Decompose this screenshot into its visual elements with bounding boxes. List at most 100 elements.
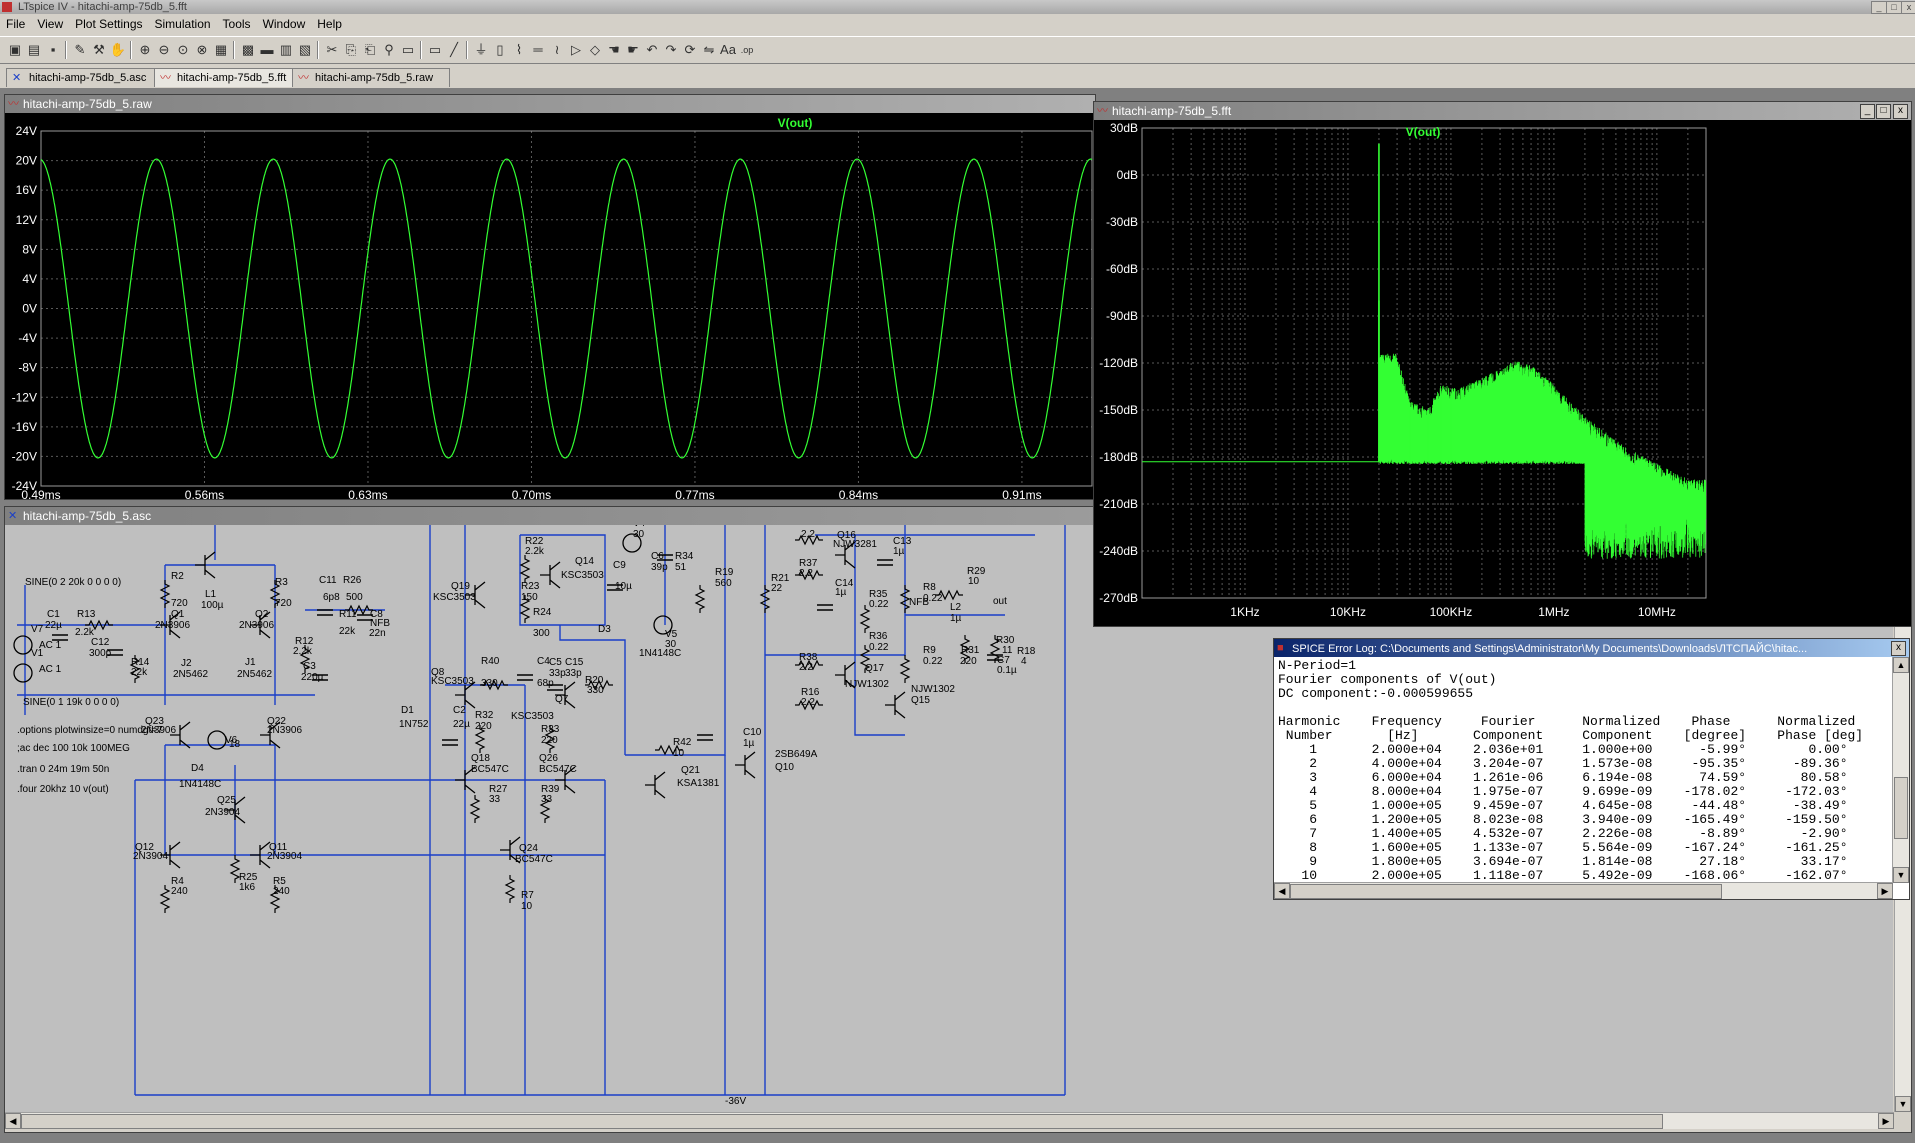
menu-tools[interactable]: Tools [217,14,257,34]
schematic-label[interactable]: 720 [171,598,188,609]
scroll-right-arrow-icon[interactable]: ▶ [1877,883,1893,899]
schematic-label[interactable]: C10 [743,727,762,738]
scroll-thumb[interactable] [1290,884,1722,899]
schematic-label[interactable]: D4 [191,763,204,774]
resistor-symbol[interactable] [899,655,911,683]
schematic-label[interactable]: 0.22 [869,642,889,653]
ground-icon[interactable]: ⏚ [472,41,490,59]
schematic-label[interactable]: Q19 [451,581,470,592]
schematic-label[interactable]: BC547C [539,764,577,775]
schematic-label[interactable]: 2N3906 [239,620,274,631]
schematic-label[interactable]: out [993,596,1007,607]
schematic-label[interactable]: 30 [633,529,645,540]
schematic-label[interactable]: 1µ [743,738,755,749]
schematic-label[interactable]: 2N3904 [267,851,302,862]
schematic-label[interactable]: 10µ [615,581,632,592]
scroll-thumb[interactable] [21,1114,1663,1129]
zoom-fit-icon[interactable]: ⊙ [174,41,192,59]
schematic-label[interactable]: 2N5462 [237,669,272,680]
diode-icon[interactable]: ▷ [567,41,585,59]
capacitor-symbol[interactable] [442,739,458,746]
schematic-label[interactable]: R33 [541,724,560,735]
fft-minimize-button[interactable]: _ [1860,104,1875,119]
schematic-label[interactable]: R31 [961,645,980,656]
schematic-label[interactable]: NJW3281 [833,539,877,550]
schematic-label[interactable]: R8 [923,582,936,593]
schematic-label[interactable]: 2.2 [801,697,815,708]
transistor-symbol[interactable] [735,751,756,779]
schematic-label[interactable]: KSA1381 [677,778,720,789]
error-log-title[interactable]: ■ SPICE Error Log: C:\Documents and Sett… [1274,639,1909,657]
minimize-button[interactable]: _ [1871,1,1887,14]
schematic-label[interactable]: NJW1302 [911,684,955,695]
schematic-label[interactable]: L1 [205,589,217,600]
schematic-label[interactable]: C12 [91,637,110,648]
hammer-icon[interactable]: ✎ [71,41,89,59]
schematic-label[interactable]: D1 [401,705,414,716]
schematic-label[interactable]: 33p [549,668,566,679]
fft-maximize-button[interactable]: □ [1876,104,1891,119]
schematic-label[interactable]: NFB [909,597,929,608]
schematic-label[interactable]: L2 [950,602,962,613]
schematic-label[interactable]: 100µ [201,600,224,611]
schematic-label[interactable]: 0.1µ [997,665,1017,676]
schematic-label[interactable]: 220 [475,721,492,732]
schematic-label[interactable]: Q21 [681,765,700,776]
schematic-label[interactable]: 33 [489,794,501,805]
transient-chart[interactable]: 24V20V16V12V8V4V0V-4V-8V-12V-16V-20V-24V… [5,113,1095,499]
schematic-label[interactable]: 2.2k [293,646,313,657]
schematic-label[interactable]: 0.22 [923,656,943,667]
schematic-label[interactable]: 10 [673,748,685,759]
schematic-label[interactable]: 1k6 [239,882,256,893]
schematic-label[interactable]: SINE(0 2 20k 0 0 0 0) [25,577,121,588]
schematic-label[interactable]: 2.2 [799,662,813,673]
schematic-label[interactable]: Q2 [255,609,269,620]
voltage-source-symbol[interactable] [207,730,227,750]
scroll-down-arrow-icon[interactable]: ▼ [1893,867,1909,883]
schematic-label[interactable]: Q15 [911,695,930,706]
zoom-out-icon[interactable]: ⊖ [155,41,173,59]
schematic-label[interactable]: C6 [651,551,664,562]
schematic-label[interactable]: .four 20khz 10 v(out) [17,784,109,795]
schematic-label[interactable]: D3 [598,624,611,635]
schematic-label[interactable]: R13 [77,609,96,620]
schematic-label[interactable]: 1N4148C [179,779,221,790]
schematic-label[interactable]: Q14 [575,556,594,567]
scroll-up-arrow-icon[interactable]: ▲ [1893,657,1909,673]
scroll-thumb[interactable] [1894,777,1908,839]
schematic-label[interactable]: 2N5462 [173,669,208,680]
schematic-label[interactable]: 10 [521,901,533,912]
schematic-label[interactable]: 2N3904 [205,807,240,818]
schematic-label[interactable]: 4 [1021,656,1027,667]
transistor-symbol[interactable] [645,771,666,799]
scroll-right-arrow-icon[interactable]: ▶ [1878,1113,1894,1129]
text-icon[interactable]: Aa [719,41,737,59]
tile-vertical-icon[interactable]: ▥ [277,41,295,59]
schematic-label[interactable]: AC 1 [39,664,62,675]
redo-icon[interactable]: ↷ [662,41,680,59]
cut-icon[interactable]: ✂ [323,41,341,59]
copy-icon[interactable]: ⎘ [342,41,360,59]
error-log-horizontal-scrollbar[interactable]: ◀ ▶ [1274,882,1893,899]
schematic-label[interactable]: C1 [47,609,60,620]
error-log-vertical-scrollbar[interactable]: ▲ ▼ [1892,657,1909,883]
schematic-label[interactable]: V7 [31,624,44,635]
schematic-label[interactable]: R36 [869,631,888,642]
spice-directive-icon[interactable]: .op [738,41,756,59]
drag-icon[interactable]: ☛ [624,41,642,59]
schematic-label[interactable]: SINE(0 1 19k 0 0 0 0) [23,697,119,708]
schematic-label[interactable]: 22µ [453,719,470,730]
transistor-symbol[interactable] [885,691,906,719]
schematic-label[interactable]: C3 [303,661,316,672]
undo-icon[interactable]: ↶ [643,41,661,59]
resistor-symbol[interactable] [694,585,706,613]
schematic-label[interactable]: Q26 [539,753,558,764]
print-icon[interactable]: ▭ [426,41,444,59]
capacitor-symbol[interactable] [317,609,333,616]
halt-icon[interactable]: ✋ [109,41,127,59]
schematic-label[interactable]: 220 [960,656,977,667]
schematic-label[interactable]: 2N3906 [267,725,302,736]
schematic-label[interactable]: 51 [675,562,687,573]
open-icon[interactable]: ▤ [25,41,43,59]
schematic-label[interactable]: 150 [521,592,538,603]
